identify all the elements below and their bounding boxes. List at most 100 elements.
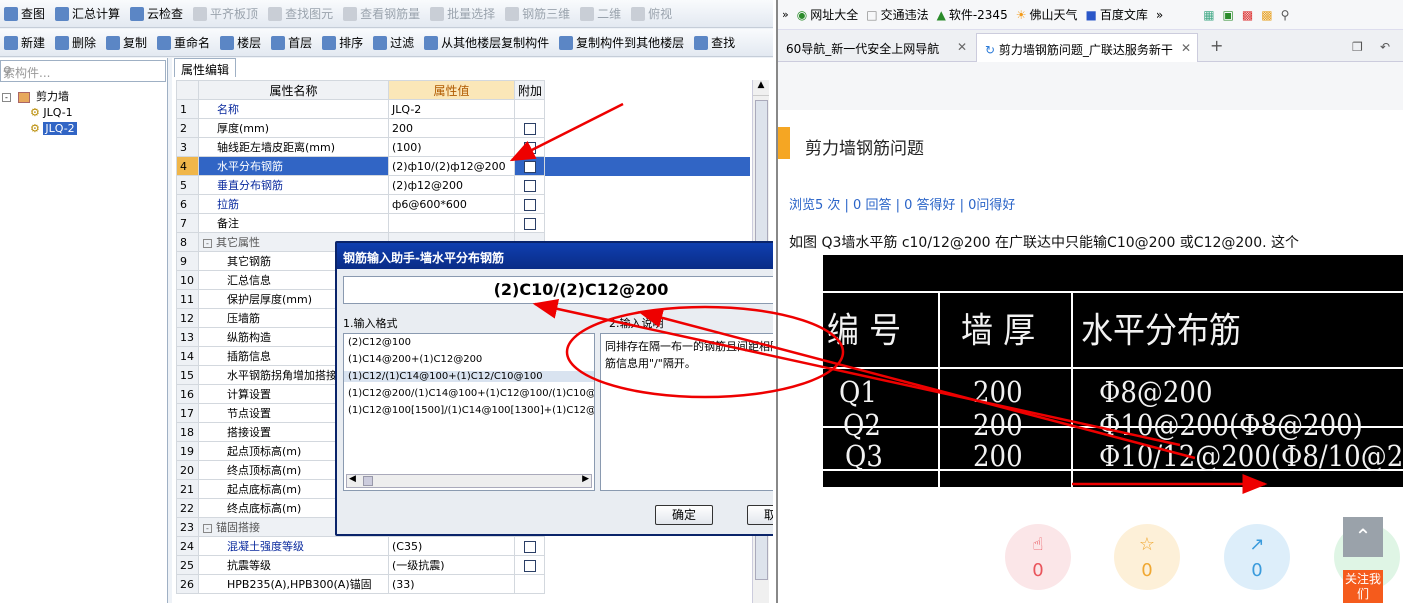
toolbar-button[interactable]: 查找图元 [268,5,333,22]
search-icon[interactable]: ⚲ [1281,8,1290,22]
toolbar-button[interactable]: 平齐板顶 [193,5,258,22]
property-row[interactable]: 5 垂直分布钢筋 (2)ф12@200 [176,175,751,195]
property-value[interactable] [388,213,515,233]
new-tab-button[interactable]: + [1202,33,1231,62]
scroll-left-icon[interactable]: ◀ [349,474,356,484]
rebar-input-field[interactable]: (2)C10/(2)C12@200 [343,276,773,304]
cad-line [938,291,940,487]
toolbar-button[interactable]: 查图 [4,5,45,22]
ok-button[interactable]: 确定 [655,505,713,525]
toolbar-icon [55,35,70,50]
toolbar-button[interactable]: 复制 [106,34,147,51]
property-value[interactable]: (100) [388,137,515,157]
property-value[interactable]: (一级抗震) [388,555,515,575]
extra-checkbox[interactable] [523,179,536,192]
property-row[interactable]: 4 水平分布钢筋 (2)ф10/(2)ф12@200 [176,156,751,176]
search-icon[interactable]: ⚲ [3,64,19,80]
property-row[interactable]: 26 HPB235(A),HPB300(A)锚固 (33) [176,574,751,594]
extra-checkbox[interactable] [523,141,536,154]
collapse-icon[interactable]: - [2,93,11,102]
format-hscrollbar[interactable]: ◀ ▶ [346,474,592,488]
property-value[interactable]: JLQ-2 [388,99,515,119]
toolbar-button[interactable]: 删除 [55,34,96,51]
toolbar-button[interactable]: 查找 [694,34,735,51]
collapse-icon[interactable]: - [203,239,212,248]
toolbar-button[interactable]: 过滤 [373,34,414,51]
toolbar-button[interactable]: 俯视 [631,5,672,22]
toolbar-button[interactable]: 从其他楼层复制构件 [424,34,549,51]
toolbar-button[interactable]: 查看钢筋量 [343,5,420,22]
hscroll-thumb[interactable] [363,476,373,486]
extra-checkbox[interactable] [523,540,536,553]
component-search-input[interactable]: 索构件... ⚲ [0,60,166,82]
bookmark-item[interactable]: ◉ 网址大全 [797,6,859,23]
property-value[interactable]: ф6@600*600 [388,194,515,214]
property-row[interactable]: 24 混凝土强度等级 (C35) [176,536,751,556]
toolbar-button[interactable]: 排序 [322,34,363,51]
format-item[interactable]: (1)C12@200/(1)C14@100+(1)C12@100/(1)C10@… [348,388,594,399]
back-to-top-button[interactable]: ⌃ [1343,517,1383,557]
toolbox-icon[interactable]: ▩ [1261,8,1272,22]
toolbar-button[interactable]: 首层 [271,34,312,51]
toolbar-button[interactable]: 重命名 [157,34,210,51]
toolbar-icon [106,35,121,50]
extension-icon[interactable]: ▣ [1223,8,1234,22]
property-row[interactable]: 6 拉筋 ф6@600*600 [176,194,751,214]
format-list[interactable]: (2)C12@100 (1)C14@200+(1)C12@200 (1)C12/… [343,333,595,491]
property-row[interactable]: 7 备注 [176,213,751,233]
close-icon[interactable]: ✕ [957,40,967,54]
extra-checkbox[interactable] [523,198,536,211]
tab-property-edit[interactable]: 属性编辑 [174,58,237,77]
format-item-selected[interactable]: (1)C12/(1)C14@100+(1)C12/C10@100 [344,371,594,382]
more-bookmarks-icon[interactable]: » [1156,8,1163,22]
property-row[interactable]: 25 抗震等级 (一级抗震) [176,555,751,575]
toolbar-button[interactable]: 楼层 [220,34,261,51]
cancel-button[interactable]: 取消 [747,505,773,525]
bookmark-item[interactable]: ■ 百度文库 [1085,6,1147,23]
scroll-up-icon[interactable]: ▲ [753,80,769,96]
toolbar-button[interactable]: 二维 [580,5,621,22]
property-value[interactable]: (2)ф10/(2)ф12@200 [388,156,515,176]
like-button[interactable]: ☝ 0 [1005,524,1071,590]
toolbar-button[interactable]: 汇总计算 [55,5,120,22]
close-icon[interactable]: ✕ [1180,41,1191,55]
property-row[interactable]: 1 名称 JLQ-2 [176,99,751,119]
toolbar-button[interactable]: 新建 [4,34,45,51]
tree-item-jlq1[interactable]: ⚙ JLQ-1 [30,106,73,119]
toolbar-button[interactable]: 云检查 [130,5,183,22]
extra-checkbox[interactable] [523,122,536,135]
toolbar-button[interactable]: 复制构件到其他楼层 [559,34,684,51]
format-item[interactable]: (1)C12@100[1500]/(1)C14@100[1300]+(1)C12… [348,405,594,416]
format-item[interactable]: (2)C12@100 [348,337,411,348]
toolbar-button[interactable]: 批量选择 [430,5,495,22]
property-row[interactable]: 3 轴线距左墙皮距离(mm) (100) [176,137,751,157]
apps-icon[interactable]: ▦ [1203,8,1214,22]
bookmark-item[interactable]: ▲ 软件-2345 [937,6,1008,23]
share-button[interactable]: ↗ 0 [1224,524,1290,590]
tab-active-question[interactable]: ↻ 剪力墙钢筋问题_广联达服务新干 ✕ [976,33,1198,62]
extra-checkbox[interactable] [523,559,536,572]
extra-checkbox[interactable] [523,217,536,230]
collapse-icon[interactable]: - [203,524,212,533]
property-value[interactable]: 200 [388,118,515,138]
tab-360-nav[interactable]: 60导航_新一代安全上网导航 ✕ [778,33,973,62]
restore-icon[interactable]: ❐ [1344,33,1371,62]
bookmark-item[interactable]: ☀ 佛山天气 [1016,6,1078,23]
property-row[interactable]: 2 厚度(mm) 200 [176,118,751,138]
tree-item-jlq2[interactable]: ⚙ JLQ-2 [30,122,77,135]
bookmark-item[interactable]: □ 交通违法 [866,6,928,23]
scroll-right-icon[interactable]: ▶ [582,474,589,484]
property-value[interactable]: (C35) [388,536,515,556]
extra-checkbox[interactable] [523,160,536,173]
follow-us-button[interactable]: 关注我们 [1343,570,1383,603]
question-stats[interactable]: 浏览5 次 | 0 回答 | 0 答得好 | 0问得好 [789,194,1015,213]
format-item[interactable]: (1)C14@200+(1)C12@200 [348,354,482,365]
toolbar-button[interactable]: 钢筋三维 [505,5,570,22]
undo-icon[interactable]: ↶ [1372,33,1398,62]
property-value[interactable]: (33) [388,574,515,594]
tree-root[interactable]: - 剪力墙 [2,88,69,104]
translate-icon[interactable]: ▩ [1242,8,1253,22]
property-value[interactable]: (2)ф12@200 [388,175,515,195]
favorite-button[interactable]: ☆ 0 [1114,524,1180,590]
chevron-right-icon[interactable]: » [782,8,789,21]
